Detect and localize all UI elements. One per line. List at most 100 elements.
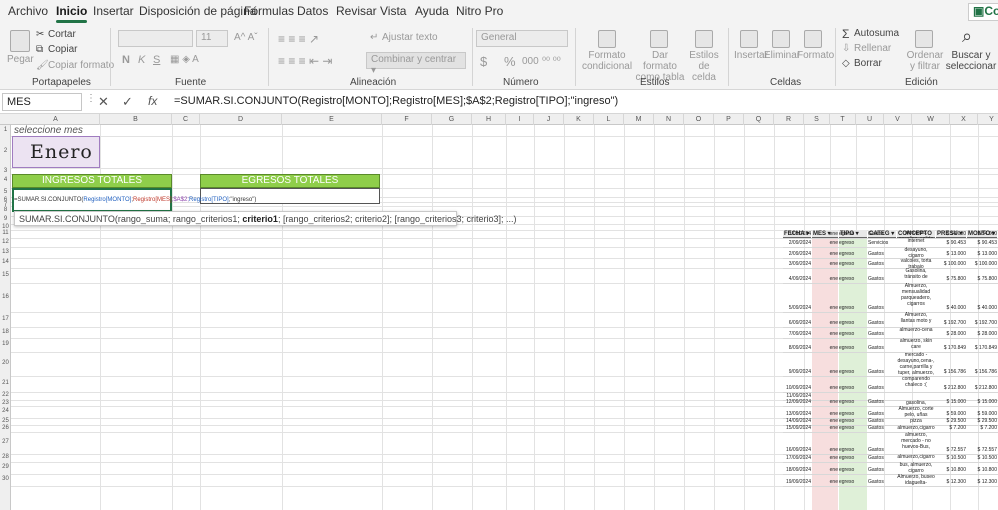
table-cell[interactable]: $ 75.800 <box>936 276 966 282</box>
row-header[interactable]: 24 <box>0 408 11 414</box>
table-cell[interactable]: valcoles, torta trabajo <box>897 258 935 268</box>
table-cell[interactable]: ene <box>812 320 838 326</box>
row-header[interactable]: 23 <box>0 400 11 406</box>
table-cell[interactable]: pizza <box>897 418 935 424</box>
underline-button[interactable]: S <box>153 54 160 66</box>
table-cell[interactable]: Gastos <box>868 251 896 257</box>
row-header[interactable]: 5 <box>0 189 11 195</box>
table-cell[interactable]: egreso <box>839 467 867 473</box>
table-cell[interactable]: $ 13.000 <box>936 251 966 257</box>
thousands-button[interactable]: 000 <box>522 56 539 67</box>
table-cell[interactable]: 5/09/2024 <box>783 305 811 311</box>
font-name-select[interactable] <box>118 30 193 47</box>
row-header[interactable]: 8 <box>0 207 11 213</box>
table-cell[interactable]: ene <box>812 455 838 461</box>
table-cell[interactable]: Gastos <box>868 369 896 375</box>
fill-button[interactable]: Rellenar <box>854 43 891 54</box>
column-header[interactable]: K <box>564 114 594 125</box>
table-cell[interactable]: Servicios <box>868 240 896 246</box>
table-cell[interactable]: bus, almuerzo, cigarro <box>897 462 935 474</box>
merge-center-button[interactable]: Combinar y centrar ▾ <box>366 52 466 76</box>
table-cell[interactable]: ene <box>812 345 838 351</box>
table-cell[interactable]: egreso <box>839 261 867 267</box>
column-header[interactable]: H <box>472 114 506 125</box>
column-header[interactable]: C <box>172 114 200 125</box>
column-header[interactable]: A <box>12 114 100 125</box>
table-cell[interactable]: egreso <box>839 455 867 461</box>
paste-button[interactable]: Pegar <box>7 54 34 65</box>
copy-button[interactable]: Copiar <box>48 44 77 55</box>
format-cells-button[interactable]: Formato <box>797 50 834 61</box>
tab-nitro[interactable]: Nitro Pro <box>456 4 503 18</box>
row-header[interactable]: 17 <box>0 316 11 322</box>
table-cell[interactable]: Gastos <box>868 455 896 461</box>
table-cell[interactable]: almuerzo-cena <box>897 327 935 333</box>
table-cell[interactable]: $ 59.000 <box>967 411 997 417</box>
table-cell[interactable]: Gastos <box>868 345 896 351</box>
column-header[interactable]: S <box>804 114 830 125</box>
table-cell[interactable]: $ 10.500 <box>936 455 966 461</box>
column-header[interactable]: D <box>200 114 282 125</box>
table-cell[interactable]: $ 100.000 <box>967 261 997 267</box>
table-cell[interactable]: Gastos <box>868 320 896 326</box>
table-cell[interactable]: $ 59.000 <box>936 411 966 417</box>
percent-button[interactable]: % <box>504 54 516 69</box>
column-header[interactable]: N <box>654 114 684 125</box>
column-header[interactable]: V <box>884 114 912 125</box>
table-cell[interactable]: $ 15.000 <box>967 399 997 405</box>
table-cell[interactable]: 14/09/2024 <box>783 418 811 424</box>
column-header[interactable]: E <box>282 114 382 125</box>
table-cell[interactable]: ene <box>812 425 838 431</box>
borders-icon[interactable]: ▦ ◈ A <box>170 54 199 65</box>
align-top-icon[interactable]: ≡ ≡ ≡ ↗ <box>278 32 319 46</box>
table-cell[interactable]: Gastos <box>868 385 896 391</box>
row-header[interactable]: 14 <box>0 259 11 265</box>
find-select-button[interactable]: Buscar y seleccionar <box>944 50 998 72</box>
table-cell[interactable]: Almuerzo, llantas moto y <box>897 312 935 324</box>
confirm-icon[interactable]: ✓ <box>122 94 133 110</box>
tab-inicio[interactable]: Inicio <box>56 4 88 23</box>
table-cell[interactable]: desayuno, cigarro <box>897 247 935 258</box>
currency-button[interactable]: $ <box>480 54 487 69</box>
table-cell[interactable]: egreso <box>839 399 867 405</box>
table-cell[interactable]: $ 28.000 <box>936 331 966 337</box>
insert-cells-button[interactable]: Insertar <box>734 50 768 61</box>
table-cell[interactable]: $ 40.000 <box>967 305 997 311</box>
row-header[interactable]: 19 <box>0 341 11 347</box>
table-cell[interactable]: $ 12.300 <box>936 479 966 485</box>
table-cell[interactable]: ene <box>812 411 838 417</box>
table-cell[interactable]: ene <box>812 276 838 282</box>
name-box-dropdown-icon[interactable]: ⋮ <box>86 93 96 104</box>
column-header[interactable]: W <box>912 114 950 125</box>
tab-vista[interactable]: Vista <box>380 4 406 18</box>
column-header[interactable]: X <box>950 114 978 125</box>
table-cell[interactable]: $ 192.700 <box>967 320 997 326</box>
table-cell[interactable]: $ 100.000 <box>936 261 966 267</box>
table-cell[interactable]: $ 28.000 <box>967 331 997 337</box>
table-cell[interactable]: ene <box>812 467 838 473</box>
table-cell[interactable]: 6/09/2024 <box>783 320 811 326</box>
table-cell[interactable]: $ 170.849 <box>936 345 966 351</box>
formula-input[interactable]: =SUMAR.SI.CONJUNTO(Registro[MONTO];Regis… <box>174 95 618 107</box>
table-cell[interactable]: egreso <box>839 385 867 391</box>
table-cell[interactable]: 4/09/2024 <box>783 276 811 282</box>
table-cell[interactable]: ene <box>812 231 838 237</box>
column-header[interactable]: P <box>714 114 744 125</box>
tab-disposicion[interactable]: Disposición de página <box>139 4 256 18</box>
row-header[interactable]: 13 <box>0 249 11 255</box>
table-cell[interactable]: ene <box>812 418 838 424</box>
column-header[interactable]: B <box>100 114 172 125</box>
row-header[interactable]: 22 <box>0 392 11 398</box>
table-cell[interactable]: egreso <box>839 331 867 337</box>
table-cell[interactable]: Gastos <box>868 411 896 417</box>
table-cell[interactable]: egreso <box>839 251 867 257</box>
row-header[interactable]: 30 <box>0 476 11 482</box>
column-header[interactable]: L <box>594 114 624 125</box>
grow-font-icon[interactable]: A^ Aˇ <box>234 32 258 43</box>
table-cell[interactable]: ene <box>812 261 838 267</box>
table-cell[interactable]: 9/09/2024 <box>783 369 811 375</box>
cut-button[interactable]: Cortar <box>48 29 76 40</box>
table-cell[interactable]: Gastos <box>868 261 896 267</box>
table-cell[interactable]: Gastos <box>868 418 896 424</box>
table-cell[interactable]: egreso <box>839 305 867 311</box>
